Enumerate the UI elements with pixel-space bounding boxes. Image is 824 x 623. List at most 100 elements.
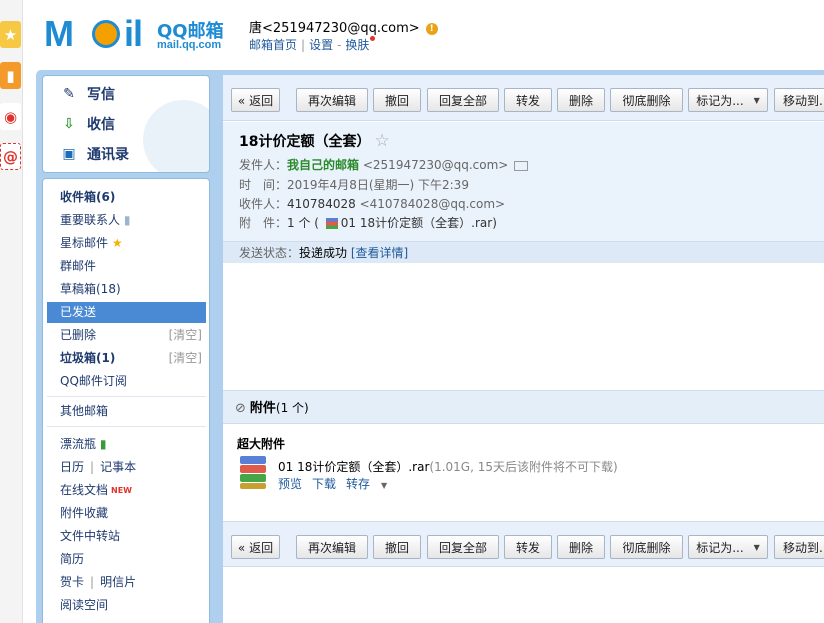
online-docs[interactable]: 在线文档 NEW <box>47 480 206 501</box>
empty-spam-link[interactable]: [清空] <box>169 348 202 369</box>
pen-icon: ✎ <box>63 86 75 102</box>
at-mail-icon[interactable]: @ <box>0 143 21 170</box>
back-button[interactable]: « 返回 <box>231 88 280 112</box>
resume-label: 简历 <box>60 552 85 566</box>
folder-sent[interactable]: 已发送 <box>47 302 206 323</box>
attachments-title: 附件 <box>249 401 276 416</box>
resume[interactable]: 简历 <box>47 549 206 570</box>
reading-space[interactable]: 阅读空间 <box>47 595 206 616</box>
mark-as-label: 标记为... <box>696 93 744 108</box>
attachment-file: 01 18计价定额（全套）.rar(1.01G, 15天后该附件将不可下载) <box>278 458 618 475</box>
folder-subscriptions[interactable]: QQ邮件订阅 <box>47 371 206 392</box>
new-badge: NEW <box>111 486 132 495</box>
file-transfer-label: 文件中转站 <box>60 529 121 543</box>
attachment-link[interactable]: 01 18计价定额（全套）.rar <box>341 216 492 230</box>
user-account: 唐<251947230@qq.com>! <box>249 17 438 36</box>
from-row: 发件人：我自己的邮箱 <251947230@qq.com> <box>239 156 529 173</box>
reading-space-label: 阅读空间 <box>60 598 109 612</box>
download-link[interactable]: 下载 <box>312 477 336 491</box>
receive-button[interactable]: ⇩ 收信 <box>59 113 115 135</box>
contact-card-icon[interactable] <box>514 160 529 171</box>
time-label: 时 间： <box>239 178 288 192</box>
rar-archive-icon <box>240 456 266 490</box>
move-to-dropdown[interactable]: 移动到... <box>774 535 824 559</box>
forward-button[interactable]: 转发 <box>504 535 552 559</box>
drift-bottle[interactable]: 漂流瓶 ▮ <box>47 434 206 455</box>
folder-deleted-label: 已删除 <box>60 328 97 342</box>
recall-button[interactable]: 撤回 <box>373 535 421 559</box>
reply-all-button[interactable]: 回复全部 <box>427 88 499 112</box>
cards-link[interactable]: 贺卡 <box>60 575 84 589</box>
compose-label: 写信 <box>87 87 115 103</box>
from-label: 发件人： <box>239 158 288 172</box>
folder-groups[interactable]: 群邮件 <box>47 256 206 277</box>
status-details-link[interactable]: [查看详情] <box>351 246 408 260</box>
attachment-file-name[interactable]: 01 18计价定额（全套）.rar <box>278 460 429 474</box>
folder-inbox[interactable]: 收件箱(6) <box>47 187 206 208</box>
other-mailbox[interactable]: 其他邮箱 <box>47 401 206 422</box>
change-skin-link[interactable]: 换肤 <box>345 38 369 52</box>
from-name[interactable]: 我自己的邮箱 <box>287 158 359 172</box>
recall-button[interactable]: 撤回 <box>373 88 421 112</box>
folder-spam[interactable]: 垃圾箱(1) [清空] <box>47 348 206 369</box>
empty-deleted-link[interactable]: [清空] <box>169 325 202 346</box>
star-icon: ★ <box>111 236 123 250</box>
folder-drafts[interactable]: 草稿箱(18) <box>47 279 206 300</box>
other-mailbox-label: 其他邮箱 <box>60 404 109 418</box>
mail-subject-text: 18计价定额（全套） <box>239 134 371 150</box>
top-links: 邮箱首页 | 设置 - 换肤 <box>249 36 376 53</box>
qq-mail-logo[interactable]: M il QQ邮箱 mail.qq.com <box>44 14 234 54</box>
receive-label: 收信 <box>87 117 115 133</box>
to-name[interactable]: 410784028 <box>287 197 356 211</box>
compose-button[interactable]: ✎ 写信 <box>59 83 115 105</box>
delete-permanently-button[interactable]: 彻底删除 <box>610 88 683 112</box>
chevron-down-icon: ▼ <box>753 542 760 552</box>
back-button[interactable]: « 返回 <box>231 535 280 559</box>
attachments-header: ⊘ 附件(1 个) <box>223 390 824 424</box>
contacts-button[interactable]: ▣ 通讯录 <box>59 143 129 165</box>
mark-as-dropdown[interactable]: 标记为... ▼ <box>688 535 768 559</box>
attachment-close-paren: ) <box>492 216 497 230</box>
delete-button[interactable]: 删除 <box>557 535 605 559</box>
online-docs-label: 在线文档 <box>60 483 109 497</box>
chevron-down-icon: ▼ <box>381 481 388 490</box>
settings-link[interactable]: 设置 <box>309 38 333 52</box>
move-to-dropdown[interactable]: 移动到... <box>774 88 824 112</box>
delete-permanently-button[interactable]: 彻底删除 <box>610 535 683 559</box>
logo-o-circle <box>92 20 120 48</box>
attachment-favorites-label: 附件收藏 <box>60 506 109 520</box>
folder-drafts-label: 草稿箱(18) <box>60 282 121 296</box>
attachment-favorites[interactable]: 附件收藏 <box>47 503 206 524</box>
mail-header: 18计价定额（全套） ☆ 发件人：我自己的邮箱 <251947230@qq.com… <box>223 122 824 263</box>
reedit-button[interactable]: 再次编辑 <box>296 88 368 112</box>
reedit-button[interactable]: 再次编辑 <box>296 535 368 559</box>
download-icon: ⇩ <box>63 116 75 132</box>
contacts-label: 通讯录 <box>87 147 129 163</box>
calendar-link[interactable]: 日历 <box>60 460 84 474</box>
star-toggle-icon[interactable]: ☆ <box>374 131 389 151</box>
save-to-dropdown[interactable]: 转存 ▼ <box>346 477 397 491</box>
preview-link[interactable]: 预览 <box>278 477 302 491</box>
star-icon[interactable]: ★ <box>0 21 21 48</box>
mailbox-home-link[interactable]: 邮箱首页 <box>249 38 297 52</box>
mail-subject: 18计价定额（全套） ☆ <box>239 131 390 151</box>
delete-button[interactable]: 删除 <box>557 88 605 112</box>
folder-spam-label: 垃圾箱(1) <box>60 351 116 365</box>
notes-link[interactable]: 记事本 <box>100 460 136 474</box>
bookmark-icon: ▮ <box>123 213 131 227</box>
postcards-link[interactable]: 明信片 <box>100 575 136 589</box>
to-label: 收件人： <box>239 197 288 211</box>
folder-vip-label: 重要联系人 <box>60 213 121 227</box>
reply-all-button[interactable]: 回复全部 <box>427 535 499 559</box>
warning-icon[interactable]: ! <box>425 22 438 35</box>
attachment-label: 附 件： <box>239 216 288 230</box>
folder-deleted[interactable]: 已删除 [清空] <box>47 325 206 346</box>
file-transfer[interactable]: 文件中转站 <box>47 526 206 547</box>
mark-as-dropdown[interactable]: 标记为... ▼ <box>688 88 768 112</box>
notebook-icon[interactable]: ▮ <box>0 62 21 89</box>
folder-starred[interactable]: 星标邮件 ★ <box>47 233 206 254</box>
weibo-icon[interactable]: ◉ <box>0 103 21 130</box>
divider <box>47 396 206 397</box>
forward-button[interactable]: 转发 <box>504 88 552 112</box>
folder-vip[interactable]: 重要联系人 ▮ <box>47 210 206 231</box>
